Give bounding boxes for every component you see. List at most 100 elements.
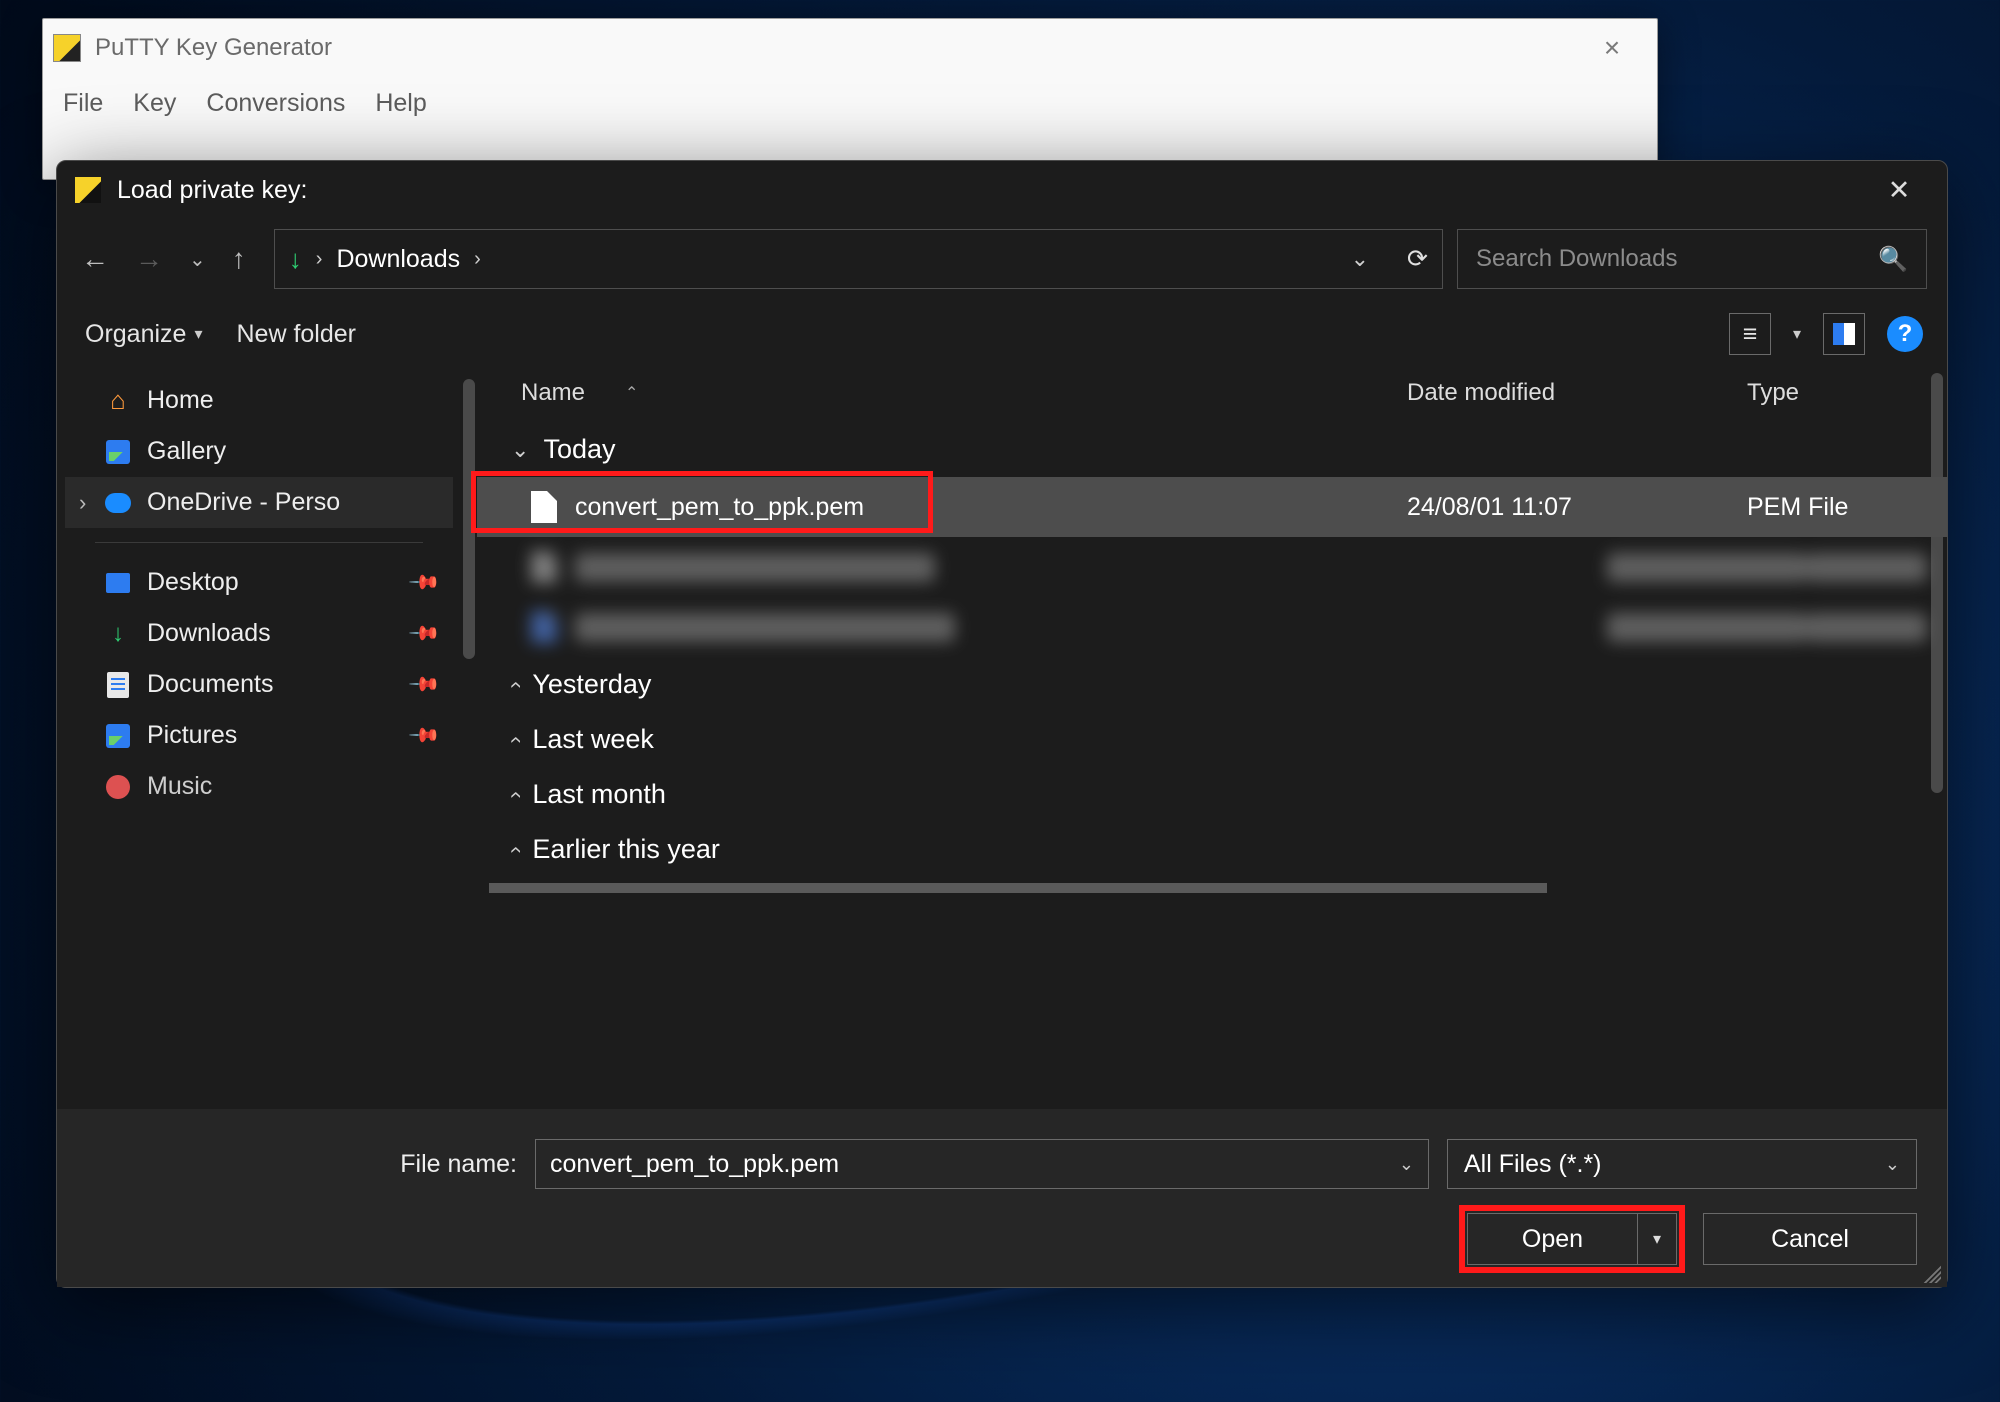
view-mode-button[interactable]: ≡ [1729,313,1771,355]
chevron-down-icon[interactable]: ⌄ [1399,1154,1414,1175]
file-name-redacted: x [575,613,955,642]
breadcrumb-current[interactable]: Downloads [336,245,460,274]
sidebar-item-label: Music [147,772,212,801]
resize-grip[interactable] [1919,1261,1941,1283]
file-row-redacted[interactable]: x x x [477,537,1947,597]
sidebar-item-label: OneDrive - Perso [147,488,340,517]
sidebar-item-gallery[interactable]: Gallery [65,426,453,477]
sidebar-item-label: Gallery [147,437,226,466]
group-label: Yesterday [532,669,651,700]
file-row[interactable]: convert_pem_to_ppk.pem 24/08/01 11:07 PE… [477,477,1947,537]
view-mode-chevron-icon[interactable]: ▾ [1793,324,1801,344]
sidebar-item-label: Downloads [147,619,271,648]
menu-file[interactable]: File [63,89,103,118]
sidebar-divider [95,542,423,543]
chevron-right-icon: › [502,791,528,798]
file-type: PEM File [1747,493,1927,522]
col-name-header[interactable]: Name [521,379,585,407]
dialog-app-icon [75,177,101,203]
chevron-down-icon[interactable]: ⌄ [1885,1154,1900,1175]
file-icon [531,491,557,523]
file-list: Name ⌃ Date modified Type ⌄ Today conver… [477,369,1947,1109]
file-open-dialog: Load private key: ✕ ← → ⌄ ↑ ↓ › Download… [56,160,1948,1288]
dialog-nav-row: ← → ⌄ ↑ ↓ › Downloads › ⌄ ⟳ 🔍 [57,219,1947,299]
nav-back-button[interactable]: ← [81,243,109,275]
nav-arrows: ← → ⌄ ↑ [77,243,260,275]
gallery-icon [106,440,130,464]
dialog-title: Load private key: [117,176,1869,205]
col-type-header[interactable]: Type [1747,379,1927,407]
open-button-highlight: Open ▾ [1467,1213,1677,1265]
group-label: Last week [532,724,654,755]
open-button[interactable]: Open [1467,1213,1637,1265]
chevron-right-icon: › [502,681,528,688]
nav-history-chevron-icon[interactable]: ⌄ [189,247,206,272]
file-type-filter[interactable]: All Files (*.*) ⌄ [1447,1139,1917,1189]
help-button[interactable]: ? [1887,316,1923,352]
refresh-button[interactable]: ⟳ [1407,244,1428,274]
nav-up-button[interactable]: ↑ [232,243,246,275]
sidebar-item-desktop[interactable]: Desktop 📌 [65,557,453,608]
chevron-down-icon: ▾ [194,324,202,344]
chevron-right-icon: › [502,846,528,853]
filename-input[interactable]: convert_pem_to_ppk.pem ⌄ [535,1139,1429,1189]
col-date-header[interactable]: Date modified [1407,379,1747,407]
organize-menu[interactable]: Organize ▾ [85,320,202,349]
dialog-titlebar: Load private key: ✕ [57,161,1947,219]
sidebar-scrollbar[interactable] [463,379,475,659]
filename-label: File name: [87,1150,517,1179]
breadcrumb-sep-icon: › [316,248,323,271]
cancel-button-label: Cancel [1771,1225,1849,1254]
group-yesterday[interactable]: › Yesterday [477,657,1947,712]
dialog-close-button[interactable]: ✕ [1869,175,1929,206]
sidebar-item-home[interactable]: ⌂ Home [65,375,453,426]
search-box[interactable]: 🔍 [1457,229,1927,289]
pictures-icon [106,724,130,748]
pin-icon: 📌 [407,616,442,651]
menu-key[interactable]: Key [133,89,176,118]
breadcrumb-sep-icon: › [474,248,481,271]
sidebar-item-label: Pictures [147,721,237,750]
desktop-icon [106,573,130,593]
file-date: 24/08/01 11:07 [1407,493,1747,522]
puttygen-menubar: File Key Conversions Help [43,77,1657,130]
cancel-button[interactable]: Cancel [1703,1213,1917,1265]
group-today[interactable]: ⌄ Today [477,422,1947,477]
open-button-split[interactable]: ▾ [1637,1213,1677,1265]
sidebar-item-music[interactable]: Music [65,761,453,812]
filelist-horizontal-scrollbar[interactable] [489,883,1547,893]
sidebar-item-downloads[interactable]: ↓ Downloads 📌 [65,608,453,659]
sidebar-item-onedrive[interactable]: OneDrive - Perso [65,477,453,528]
file-row-redacted[interactable]: x x x [477,597,1947,657]
sidebar-item-label: Home [147,386,214,415]
downloads-icon: ↓ [105,621,131,647]
new-folder-label: New folder [236,320,356,349]
file-type-redacted: x [1807,553,1927,582]
preview-pane-button[interactable] [1823,313,1865,355]
new-folder-button[interactable]: New folder [236,320,356,349]
sidebar-item-documents[interactable]: Documents 📌 [65,659,453,710]
nav-forward-button[interactable]: → [135,243,163,275]
file-name-redacted: x [575,553,935,582]
sidebar-item-label: Desktop [147,568,239,597]
file-name: convert_pem_to_ppk.pem [575,493,1407,522]
chevron-right-icon: › [502,736,528,743]
search-input[interactable] [1476,245,1864,273]
menu-help[interactable]: Help [375,89,426,118]
column-headers[interactable]: Name ⌃ Date modified Type [477,369,1947,422]
sidebar-item-pictures[interactable]: Pictures 📌 [65,710,453,761]
chevron-down-icon: ▾ [1653,1229,1661,1249]
downloads-location-icon: ↓ [289,244,302,275]
file-icon [531,551,557,583]
breadcrumb-bar[interactable]: ↓ › Downloads › ⌄ ⟳ [274,229,1443,289]
group-last-month[interactable]: › Last month [477,767,1947,822]
group-label: Last month [532,779,666,810]
puttygen-close-button[interactable]: × [1577,32,1647,64]
breadcrumb-dropdown-icon[interactable]: ⌄ [1351,246,1369,272]
puttygen-app-icon [53,34,81,62]
group-label: Today [543,434,615,465]
group-last-week[interactable]: › Last week [477,712,1947,767]
group-earlier-year[interactable]: › Earlier this year [477,822,1947,877]
menu-conversions[interactable]: Conversions [206,89,345,118]
filter-value: All Files (*.*) [1464,1150,1602,1179]
